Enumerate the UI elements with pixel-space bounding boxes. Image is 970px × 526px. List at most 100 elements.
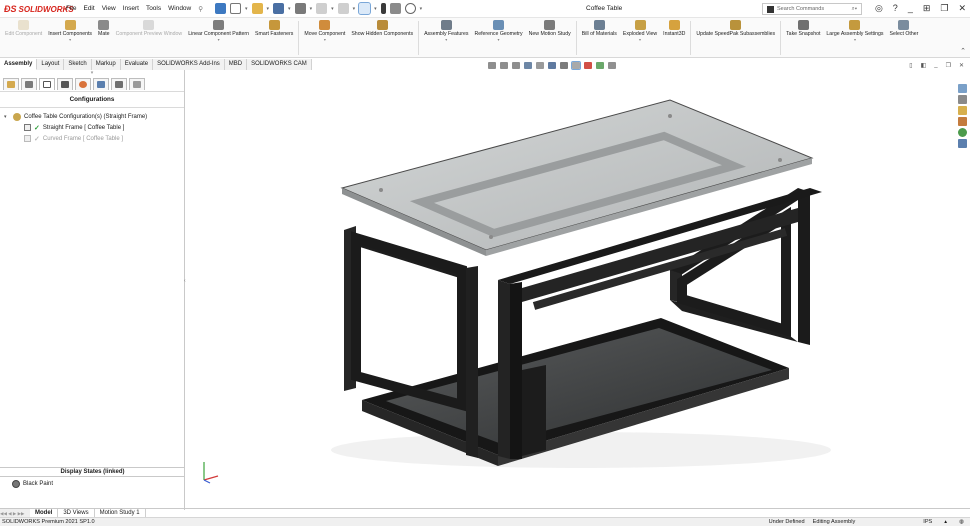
- panel-grip[interactable]: ▾: [0, 70, 184, 78]
- print-icon[interactable]: [294, 3, 306, 14]
- bill-of-materials-button[interactable]: Bill of Materials: [579, 18, 620, 37]
- menu-window[interactable]: Window: [168, 5, 191, 13]
- select-pointer-icon[interactable]: [358, 2, 372, 15]
- mate-button[interactable]: Mate: [95, 18, 113, 37]
- dropdown-arrow-icon[interactable]: ▾: [324, 37, 326, 43]
- close-icon[interactable]: ✕: [958, 3, 966, 14]
- view-orientation-icon[interactable]: [548, 62, 556, 69]
- custom-properties-icon[interactable]: [958, 139, 967, 148]
- menu-edit[interactable]: Edit: [83, 5, 94, 13]
- solidworks-logo[interactable]: ƉS SOLIDWORKS: [0, 4, 74, 14]
- linear-pattern-button[interactable]: Linear Component Pattern ▾: [185, 18, 252, 43]
- menu-insert[interactable]: Insert: [123, 5, 139, 13]
- collapse-arrow-icon[interactable]: ▾: [4, 114, 10, 120]
- dropdown-arrow-icon[interactable]: ▾: [639, 37, 641, 43]
- tab-configuration-manager[interactable]: [39, 78, 55, 90]
- search-commands-box[interactable]: Search Commands ⌕▾: [762, 3, 862, 15]
- menu-tools[interactable]: Tools: [146, 5, 161, 13]
- edit-component-button[interactable]: Edit Component: [2, 18, 45, 37]
- tab-assembly[interactable]: Assembly: [0, 59, 38, 70]
- show-hidden-button[interactable]: Show Hidden Components: [348, 18, 416, 37]
- assembly-features-button[interactable]: Assembly Features ▾: [421, 18, 471, 43]
- edit-appearance-icon[interactable]: [584, 62, 592, 69]
- tab-model[interactable]: Model: [30, 509, 59, 517]
- collapse-ribbon-icon[interactable]: ⌃: [960, 47, 966, 55]
- motion-study-button[interactable]: New Motion Study: [526, 18, 574, 37]
- dropdown-arrow-icon[interactable]: ▾: [218, 37, 220, 43]
- unit-system[interactable]: IPS: [923, 519, 932, 525]
- speedpak-button[interactable]: Update SpeedPak Subassemblies: [693, 18, 778, 37]
- tab-display-manager[interactable]: [75, 78, 91, 90]
- design-library-icon[interactable]: [958, 95, 967, 104]
- unit-dropdown-icon[interactable]: ▴: [944, 519, 947, 525]
- tab-dimxpert-manager[interactable]: [57, 78, 73, 90]
- tab-property-manager[interactable]: [21, 78, 37, 90]
- tab-solidworks-cam[interactable]: SOLIDWORKS CAM: [247, 59, 312, 70]
- dropdown-arrow-icon[interactable]: ▾: [854, 37, 856, 43]
- zoom-to-area-icon[interactable]: [500, 62, 508, 69]
- search-scope-icon[interactable]: [767, 5, 774, 13]
- tab-cam-feature-manager[interactable]: [93, 78, 109, 90]
- previous-view-icon[interactable]: [512, 62, 520, 69]
- config-straight-frame[interactable]: ✓ Straight Frame [ Coffee Table ]: [4, 122, 184, 133]
- dropdown-arrow-icon[interactable]: ▾: [445, 37, 447, 43]
- smart-fasteners-button[interactable]: Smart Fasteners: [252, 18, 296, 37]
- tile-icon[interactable]: ⊞: [923, 3, 931, 14]
- help-icon[interactable]: ?: [893, 3, 898, 14]
- redo-icon[interactable]: [337, 3, 349, 14]
- reference-geometry-button[interactable]: Reference Geometry ▾: [471, 18, 525, 43]
- graphics-area[interactable]: [186, 70, 956, 508]
- tab-mbd[interactable]: MBD: [224, 59, 248, 70]
- tab-feature-manager[interactable]: [3, 78, 19, 90]
- tab-sketch[interactable]: Sketch: [64, 59, 92, 70]
- tab-cam-operation-manager[interactable]: [111, 78, 127, 90]
- tab-3d-views[interactable]: 3D Views: [58, 509, 95, 517]
- home-icon[interactable]: [215, 3, 227, 14]
- view-palette-icon[interactable]: [958, 117, 967, 126]
- select-other-button[interactable]: Select Other: [887, 18, 922, 37]
- status-help-icon[interactable]: ◍: [959, 519, 964, 525]
- exploded-view-button[interactable]: Exploded View ▾: [620, 18, 660, 43]
- insert-components-button[interactable]: Insert Components ▾: [45, 18, 95, 43]
- coffee-table-model[interactable]: [186, 70, 956, 508]
- menu-view[interactable]: View: [102, 5, 116, 13]
- viewport-close-icon[interactable]: ✕: [959, 62, 964, 69]
- menu-file[interactable]: File: [66, 5, 76, 13]
- viewport-tile-icon[interactable]: ◧: [921, 62, 927, 69]
- viewport-split-icon[interactable]: ▯: [909, 62, 912, 69]
- search-icon[interactable]: ⌕▾: [852, 6, 857, 13]
- tab-solidworks-add-ins[interactable]: SOLIDWORKS Add-Ins: [153, 59, 225, 70]
- pin-icon[interactable]: ⚲: [198, 5, 203, 13]
- viewport-minimize-icon[interactable]: _: [934, 62, 937, 69]
- traffic-light-icon[interactable]: [380, 3, 386, 14]
- preview-window-button[interactable]: Component Preview Window: [113, 18, 186, 37]
- view-settings-icon[interactable]: [608, 62, 616, 69]
- viewport-restore-icon[interactable]: ❐: [946, 62, 951, 69]
- tab-markup[interactable]: Markup: [91, 59, 121, 70]
- file-explorer-icon[interactable]: [958, 106, 967, 115]
- solidworks-resources-icon[interactable]: [958, 84, 967, 93]
- config-curved-frame[interactable]: ✓ Curved Frame [ Coffee Table ]: [4, 133, 184, 144]
- appearances-scenes-icon[interactable]: [958, 128, 967, 137]
- options-gear-icon[interactable]: [404, 3, 416, 14]
- dropdown-arrow-icon[interactable]: ▾: [69, 37, 71, 43]
- snapshot-button[interactable]: Take Snapshot: [783, 18, 823, 37]
- zoom-to-fit-icon[interactable]: [488, 62, 496, 69]
- open-icon[interactable]: [251, 3, 263, 14]
- undo-icon[interactable]: [316, 3, 328, 14]
- display-state-item[interactable]: Black Paint: [12, 480, 53, 488]
- tab-cam-tool-manager[interactable]: [129, 78, 145, 90]
- minimize-icon[interactable]: _: [908, 3, 913, 14]
- file-properties-icon[interactable]: [389, 3, 401, 14]
- apply-scene-icon[interactable]: [596, 62, 604, 69]
- dynamic-annotation-icon[interactable]: [536, 62, 544, 69]
- tab-layout[interactable]: Layout: [37, 59, 65, 70]
- instant3d-button[interactable]: Instant3D: [660, 18, 688, 37]
- tab-motion-study[interactable]: Motion Study 1: [95, 509, 146, 517]
- new-document-icon[interactable]: [230, 3, 242, 14]
- dropdown-arrow-icon[interactable]: ▾: [498, 37, 500, 43]
- tab-scroll-arrows[interactable]: ◀◀ ◀ ▶ ▶▶: [0, 509, 30, 517]
- large-assembly-button[interactable]: Large Assembly Settings ▾: [823, 18, 886, 43]
- save-icon[interactable]: [273, 3, 285, 14]
- search-commands-input[interactable]: Search Commands: [777, 6, 824, 12]
